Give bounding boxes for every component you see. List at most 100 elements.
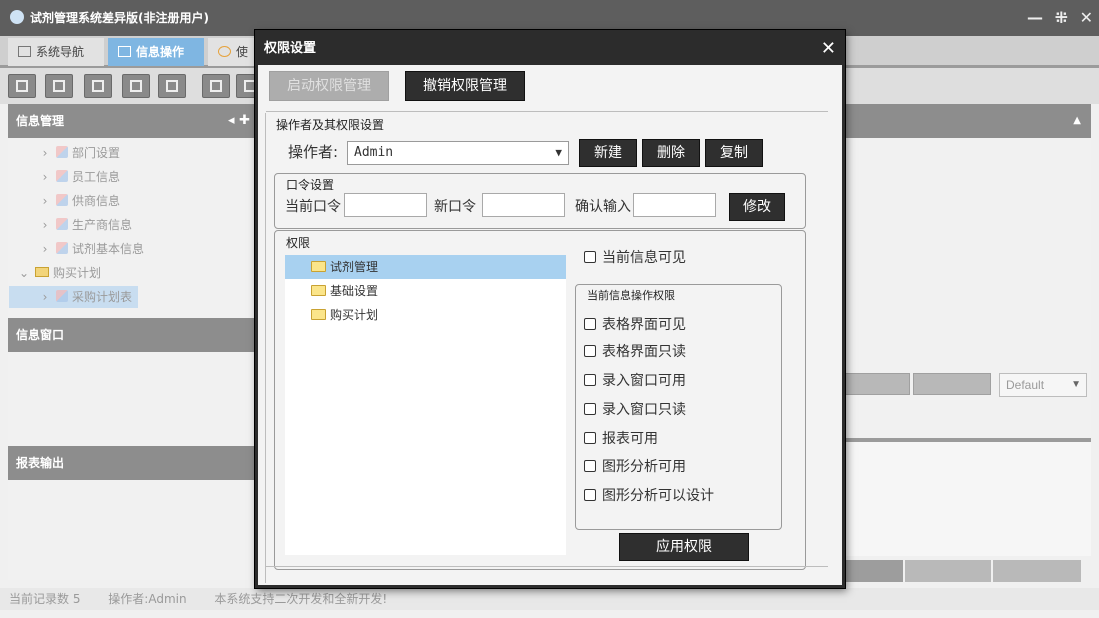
tree-item-label: 部门设置 <box>72 146 121 160</box>
entry-readonly-checkbox[interactable]: 录入窗口只读 <box>584 400 686 420</box>
checkbox-label: 当前信息可见 <box>602 250 686 266</box>
checkbox-label: 录入窗口只读 <box>602 402 686 418</box>
permission-dialog: 权限设置 ✕ 启动权限管理 撤销权限管理 操作者及其权限设置 操作者: Admi… <box>255 30 845 588</box>
toolbar-button-3[interactable] <box>84 74 112 98</box>
item-icon <box>56 218 68 230</box>
up-button[interactable] <box>842 560 903 582</box>
checkbox-box[interactable] <box>584 488 596 501</box>
confirm-chip[interactable] <box>842 373 910 395</box>
window-panel-header: 信息窗口 <box>8 318 258 352</box>
current-password-input[interactable] <box>344 193 427 217</box>
app-logo-icon <box>10 10 24 24</box>
checkbox-label: 表格界面可见 <box>602 317 686 333</box>
toolbar-search-button[interactable] <box>8 74 36 98</box>
chart-design-checkbox[interactable]: 图形分析可以设计 <box>584 486 714 506</box>
toolbar-button-6[interactable] <box>202 74 230 98</box>
tab-label: 信息操作 <box>136 45 185 59</box>
right-panel-header: ▲ <box>842 104 1091 138</box>
toolbar-button-2[interactable] <box>45 74 73 98</box>
close-button[interactable] <box>993 560 1081 582</box>
checkbox-box[interactable] <box>584 431 596 444</box>
chevron-right-icon: › <box>42 290 48 304</box>
tree-item-label: 试剂基本信息 <box>72 242 145 256</box>
tab-info-operation[interactable]: 信息操作 <box>108 38 204 66</box>
perm-tree-item-purchase[interactable]: 购买计划 <box>285 303 566 327</box>
close-window-icon[interactable]: ✕ <box>1080 8 1093 27</box>
tree-item-label: 供商信息 <box>72 194 121 208</box>
tab-label: 使 <box>236 45 249 59</box>
tab-label: 系统导航 <box>36 45 85 59</box>
chevron-right-icon: › <box>42 194 48 208</box>
checkbox-box[interactable] <box>584 344 596 357</box>
tree-item-manufacturer[interactable]: › 生产商信息 <box>38 214 132 236</box>
tree-item-label: 员工信息 <box>72 170 121 184</box>
maximize-icon[interactable]: ⁜ <box>1055 8 1068 27</box>
perm-tree-item-reagent[interactable]: 试剂管理 <box>285 255 566 279</box>
item-icon <box>56 170 68 182</box>
tree-item-procurement-table[interactable]: › 采购计划表 <box>9 286 139 308</box>
operator-label: 操作者: <box>288 143 339 161</box>
checkbox-box[interactable] <box>584 373 596 386</box>
new-password-input[interactable] <box>482 193 565 217</box>
perm-tree-label: 基础设置 <box>330 284 379 298</box>
tree-item-department[interactable]: › 部门设置 <box>38 142 120 164</box>
operator-select[interactable]: Admin ▼ <box>347 141 569 165</box>
tree-item-label: 购买计划 <box>53 266 102 280</box>
chart-enabled-checkbox[interactable]: 图形分析可用 <box>584 457 686 477</box>
tree-item-label: 采购计划表 <box>72 290 133 304</box>
status-bar: 当前记录数 5 操作者:Admin 本系统支持二次开发和全新开发! <box>0 588 1099 610</box>
tree-item-reagent-info[interactable]: › 试剂基本信息 <box>38 238 144 260</box>
checkbox-label: 图形分析可用 <box>602 459 686 475</box>
confirm-password-input[interactable] <box>633 193 716 217</box>
checkbox-box[interactable] <box>584 250 596 263</box>
apply-permission-button[interactable]: 应用权限 <box>619 533 749 561</box>
minimize-icon[interactable]: — <box>1027 8 1043 27</box>
copy-operator-button[interactable]: 复制 <box>705 139 763 167</box>
circle-icon <box>218 46 231 57</box>
toolbar-button-4[interactable] <box>122 74 150 98</box>
chevron-right-icon: › <box>42 170 48 184</box>
report-enabled-checkbox[interactable]: 报表可用 <box>584 429 658 449</box>
grid-icon <box>118 46 131 57</box>
new-operator-button[interactable]: 新建 <box>579 139 637 167</box>
tree-item-purchase-plan[interactable]: ⌄ 购买计划 <box>17 262 101 284</box>
delete-operator-button[interactable]: 删除 <box>642 139 700 167</box>
chevron-down-icon: ⌄ <box>18 266 30 280</box>
app-title: 试剂管理系统差异版(非注册用户) <box>30 11 209 25</box>
checkbox-box[interactable] <box>584 317 596 330</box>
folder-icon <box>311 284 326 296</box>
toolbar-button-7[interactable] <box>236 74 256 98</box>
ok-button[interactable] <box>905 560 991 582</box>
enable-permission-button[interactable]: 启动权限管理 <box>269 71 389 101</box>
status-operator: 操作者:Admin <box>108 592 187 606</box>
modify-password-button[interactable]: 修改 <box>729 193 785 221</box>
checkbox-box[interactable] <box>584 402 596 415</box>
checkbox-label: 报表可用 <box>602 431 658 447</box>
checkbox-label: 录入窗口可用 <box>602 373 686 389</box>
current-info-visible-checkbox[interactable]: 当前信息可见 <box>584 248 686 268</box>
chevron-down-icon: ▼ <box>1071 379 1081 390</box>
right-bottom-area <box>842 442 1091 556</box>
entry-enabled-checkbox[interactable]: 录入窗口可用 <box>584 371 686 391</box>
grid-visible-checkbox[interactable]: 表格界面可见 <box>584 315 686 335</box>
close-icon[interactable]: ✕ <box>821 33 836 65</box>
cancel-chip[interactable] <box>913 373 991 395</box>
list-icon <box>53 80 65 92</box>
document-icon <box>92 80 104 92</box>
permission-section-label: 权限 <box>286 236 311 250</box>
report-panel-body <box>8 480 258 580</box>
monitor-icon <box>18 46 31 57</box>
perm-tree-item-basic[interactable]: 基础设置 <box>285 279 566 303</box>
style-select[interactable]: Default ▼ <box>999 373 1087 397</box>
record-count: 当前记录数 5 <box>9 592 81 606</box>
tab-system-nav[interactable]: 系统导航 <box>8 38 104 66</box>
tree-item-supplier[interactable]: › 供商信息 <box>38 190 120 212</box>
toolbar-button-5[interactable] <box>158 74 186 98</box>
dialog-title: 权限设置 <box>264 41 317 56</box>
grid-readonly-checkbox[interactable]: 表格界面只读 <box>584 342 686 362</box>
checkbox-box[interactable] <box>584 459 596 472</box>
tree-item-employee[interactable]: › 员工信息 <box>38 166 120 188</box>
panel-controls-icon[interactable]: ◂ ✚ <box>228 104 250 138</box>
revoke-permission-button[interactable]: 撤销权限管理 <box>405 71 525 101</box>
collapse-up-icon[interactable]: ▲ <box>1073 104 1081 138</box>
